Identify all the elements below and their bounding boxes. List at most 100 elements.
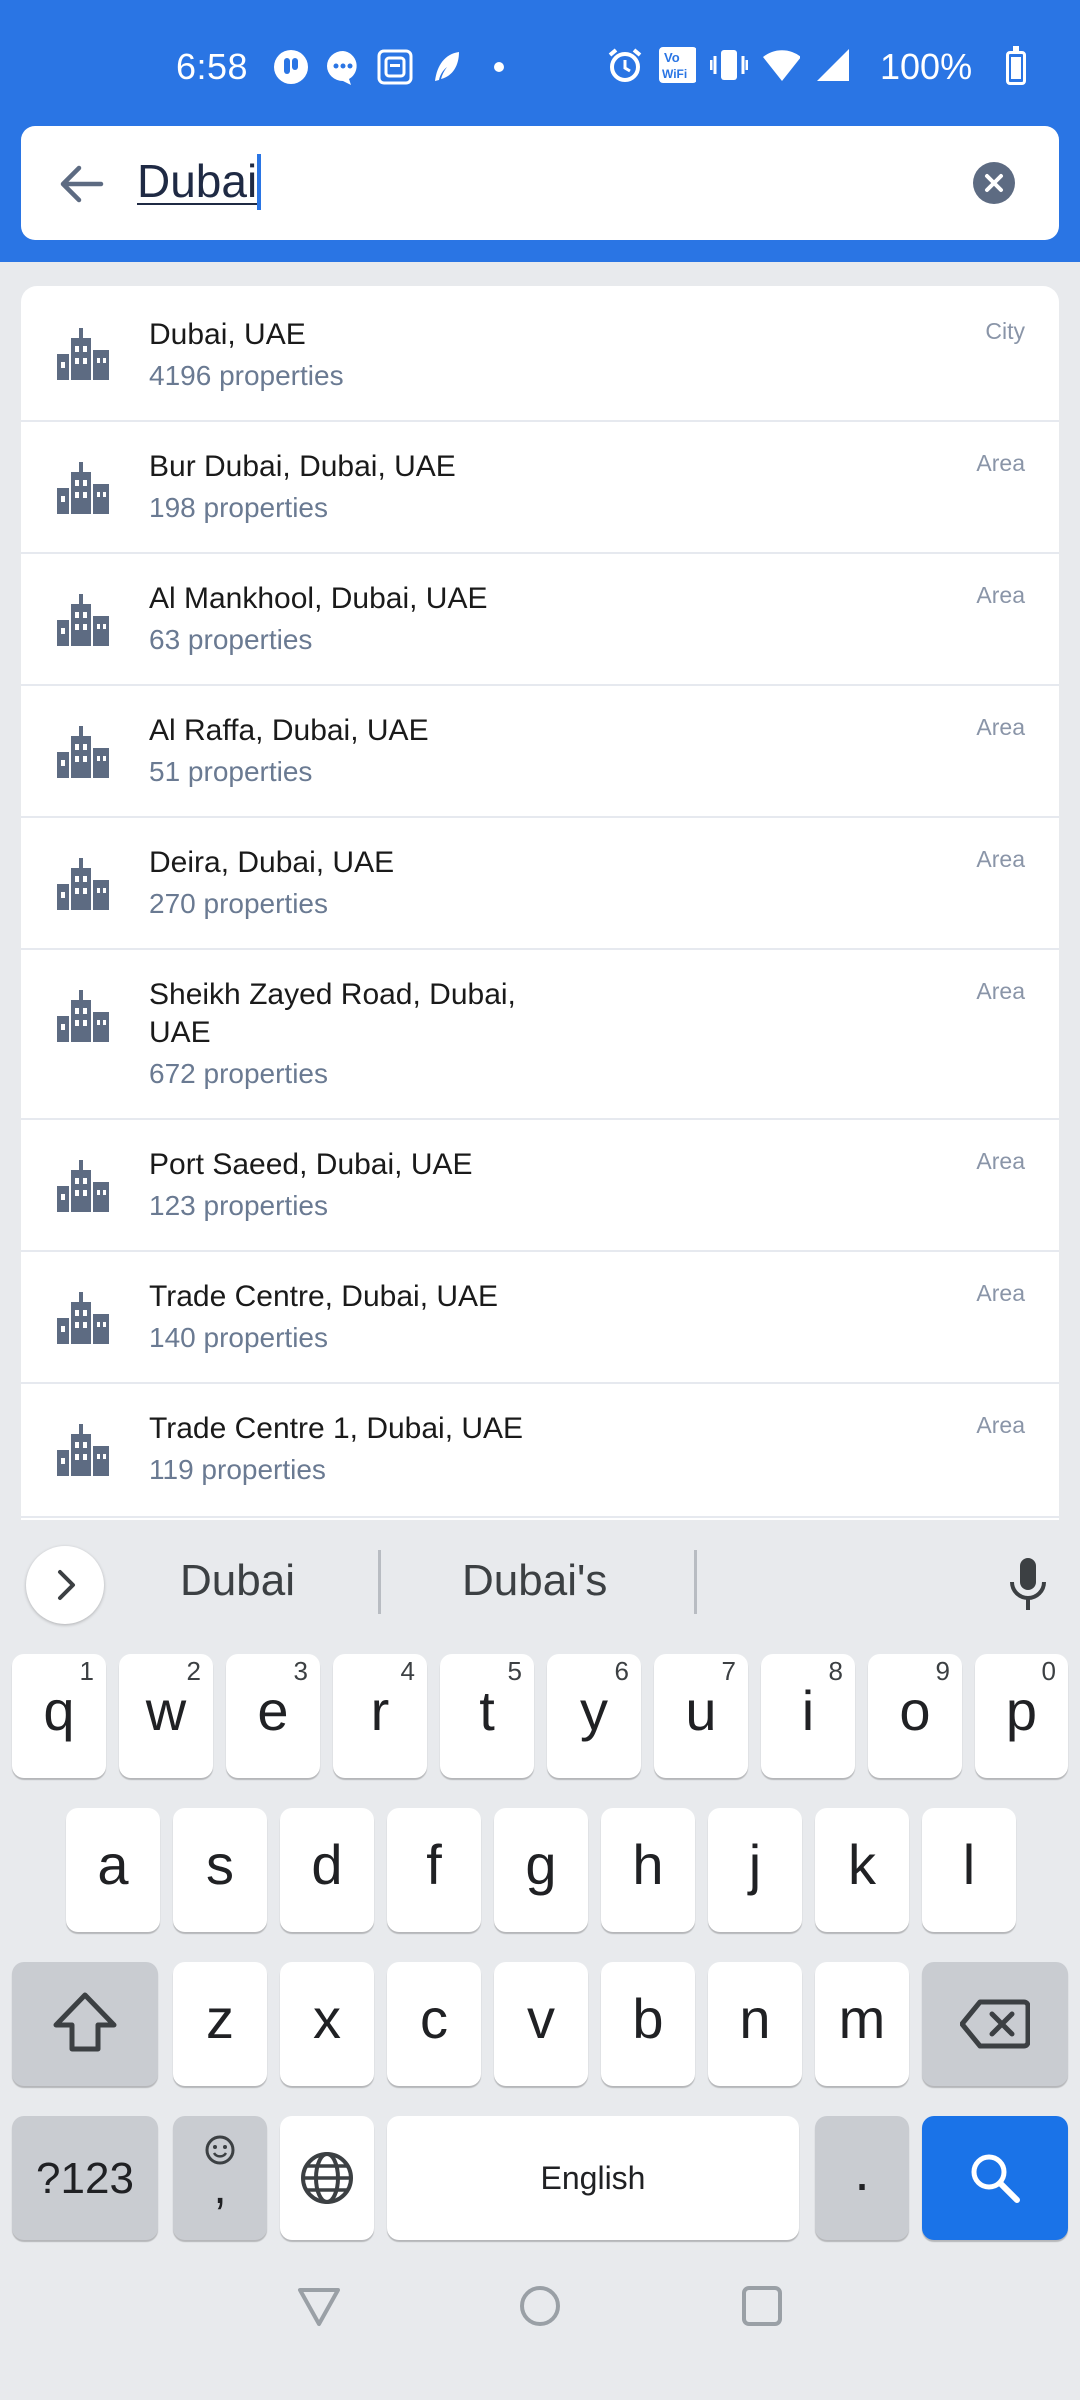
- key-c[interactable]: c: [387, 1962, 481, 2086]
- key-b[interactable]: b: [601, 1962, 695, 2086]
- result-type: Area: [976, 978, 1025, 1004]
- key-r[interactable]: 4r: [333, 1654, 427, 1778]
- dot-icon: [480, 48, 518, 86]
- key-label: d: [311, 1833, 343, 1896]
- battery-percent: 100%: [880, 46, 973, 87]
- search-input[interactable]: Dubai: [137, 154, 257, 208]
- key-d[interactable]: d: [280, 1808, 374, 1932]
- result-name: Port Saeed, Dubai, UAE: [149, 1148, 473, 1181]
- suggestion-1[interactable]: Dubai: [180, 1556, 295, 1606]
- key-label: n: [739, 1987, 771, 2050]
- result-type: Area: [976, 1280, 1025, 1306]
- result-name: Al Mankhool, Dubai, UAE: [149, 582, 488, 615]
- key-label: English: [540, 2160, 646, 2196]
- status-bar: 6:58 Vo WiFi 100%: [0, 38, 1080, 98]
- key-y[interactable]: 6y: [547, 1654, 641, 1778]
- key-l[interactable]: l: [922, 1808, 1016, 1932]
- app-header: 6:58 Vo WiFi 100% Dubai: [0, 0, 1080, 262]
- key-u[interactable]: 7u: [654, 1654, 748, 1778]
- key-label: b: [632, 1987, 664, 2050]
- battery-icon: [1006, 46, 1026, 85]
- result-count: 119 properties: [149, 1454, 326, 1485]
- key-m[interactable]: m: [815, 1962, 909, 2086]
- key-f[interactable]: f: [387, 1808, 481, 1932]
- svg-text:Vo: Vo: [664, 50, 680, 65]
- key-label: v: [527, 1987, 555, 2050]
- list-item[interactable]: Bur Dubai, Dubai, UAE 198 properties Are…: [21, 422, 1059, 554]
- key-h[interactable]: h: [601, 1808, 695, 1932]
- recents-nav-icon[interactable]: [740, 2284, 784, 2328]
- key-x[interactable]: x: [280, 1962, 374, 2086]
- key-label: k: [848, 1833, 876, 1896]
- shift-key[interactable]: [12, 1962, 158, 2086]
- result-type: Area: [976, 714, 1025, 740]
- period-key[interactable]: .: [815, 2116, 909, 2240]
- suggestion-2[interactable]: Dubai's: [462, 1556, 607, 1606]
- key-label: o: [899, 1679, 931, 1742]
- building-icon: [55, 856, 111, 912]
- key-label: f: [426, 1833, 442, 1896]
- key-g[interactable]: g: [494, 1808, 588, 1932]
- globe-icon: [301, 2152, 353, 2204]
- feather-icon: [428, 48, 466, 86]
- key-label: s: [206, 1833, 234, 1896]
- result-count: 140 properties: [149, 1322, 329, 1353]
- key-q[interactable]: 1q: [12, 1654, 106, 1778]
- result-type: Area: [976, 582, 1025, 608]
- key-o[interactable]: 9o: [868, 1654, 962, 1778]
- search-bar[interactable]: Dubai: [21, 126, 1059, 240]
- result-count: 51 properties: [149, 756, 313, 787]
- result-name: Al Raffa, Dubai, UAE: [149, 714, 429, 747]
- result-count: 4196 properties: [149, 360, 344, 391]
- list-item[interactable]: Dubai, UAE 4196 properties City: [21, 286, 1059, 422]
- key-label: z: [206, 1987, 234, 2050]
- key-p[interactable]: 0p: [975, 1654, 1068, 1778]
- key-v[interactable]: v: [494, 1962, 588, 2086]
- building-icon: [55, 1158, 111, 1214]
- key-w[interactable]: 2w: [119, 1654, 213, 1778]
- key-z[interactable]: z: [173, 1962, 267, 2086]
- symbols-key[interactable]: ?123: [12, 2116, 158, 2240]
- backspace-key[interactable]: [922, 1962, 1068, 2086]
- expand-toolbar-button[interactable]: [26, 1546, 104, 1624]
- list-item[interactable]: Al Mankhool, Dubai, UAE 63 properties Ar…: [21, 554, 1059, 686]
- microphone-icon[interactable]: [1004, 1556, 1052, 1612]
- list-item[interactable]: Al Raffa, Dubai, UAE 51 properties Area: [21, 686, 1059, 818]
- key-label: q: [43, 1679, 75, 1742]
- result-type: Area: [976, 1148, 1025, 1174]
- key-t[interactable]: 5t: [440, 1654, 534, 1778]
- key-n[interactable]: n: [708, 1962, 802, 2086]
- list-item[interactable]: Trade Centre, Dubai, UAE 140 properties …: [21, 1252, 1059, 1384]
- clear-search-icon[interactable]: [973, 162, 1015, 204]
- results-list: Dubai, UAE 4196 properties City Bur Duba…: [21, 286, 1059, 1520]
- back-nav-icon[interactable]: [296, 2284, 342, 2328]
- list-item[interactable]: Deira, Dubai, UAE 270 properties Area: [21, 818, 1059, 950]
- key-j[interactable]: j: [708, 1808, 802, 1932]
- list-item[interactable]: Trade Centre 1, Dubai, UAE 119 propertie…: [21, 1384, 1059, 1518]
- search-key[interactable]: [922, 2116, 1068, 2240]
- key-label: i: [801, 1679, 815, 1742]
- language-key[interactable]: [280, 2116, 374, 2240]
- search-icon: [971, 2154, 1020, 2203]
- result-count: 123 properties: [149, 1190, 329, 1221]
- back-arrow-icon[interactable]: [55, 158, 107, 210]
- key-label: g: [525, 1833, 557, 1896]
- building-icon: [55, 1422, 111, 1478]
- list-item[interactable]: Sheikh Zayed Road, Dubai, UAE 672 proper…: [21, 950, 1059, 1120]
- list-item[interactable]: Port Saeed, Dubai, UAE 123 properties Ar…: [21, 1120, 1059, 1252]
- key-s[interactable]: s: [173, 1808, 267, 1932]
- alarm-icon: [606, 46, 644, 84]
- app-notification-icon: [272, 48, 310, 86]
- key-a[interactable]: a: [66, 1808, 160, 1932]
- emoji-comma-key[interactable]: ,: [173, 2116, 267, 2240]
- key-k[interactable]: k: [815, 1808, 909, 1932]
- key-i[interactable]: 8i: [761, 1654, 855, 1778]
- home-nav-icon[interactable]: [518, 2284, 562, 2328]
- key-label: ?123: [36, 2154, 134, 2203]
- spacebar[interactable]: English: [387, 2116, 799, 2240]
- key-e[interactable]: 3e: [226, 1654, 320, 1778]
- building-icon: [55, 592, 111, 648]
- navigation-bar: [0, 2240, 1080, 2400]
- result-count: 672 properties: [149, 1058, 329, 1089]
- key-label: r: [370, 1679, 390, 1742]
